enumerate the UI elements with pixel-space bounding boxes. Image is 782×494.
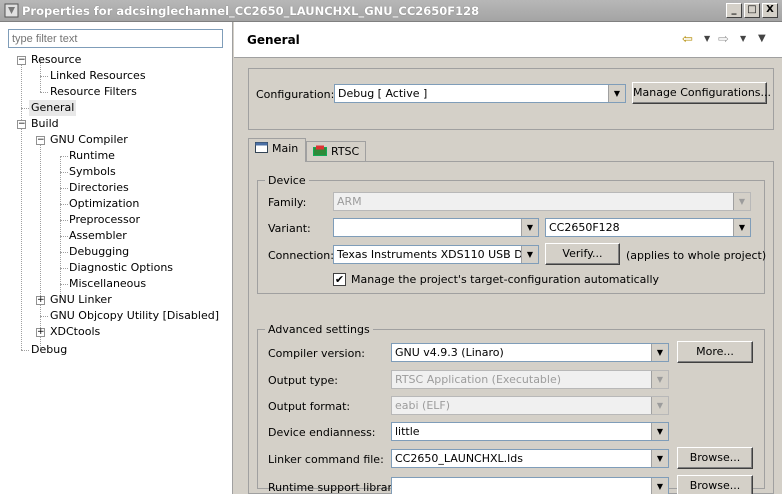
close-button[interactable]: X <box>762 3 778 18</box>
tab-rtsc[interactable]: RTSC <box>306 141 366 163</box>
connection-label: Connection: <box>268 249 334 262</box>
chevron-down-icon: ▼ <box>608 85 625 102</box>
manage-target-config-label: Manage the project's target-configuratio… <box>351 273 660 286</box>
output-format-select: eabi (ELF) ▼ <box>391 396 669 415</box>
compiler-version-label: Compiler version: <box>268 347 366 360</box>
tree-item-resource[interactable]: Resource <box>31 52 81 68</box>
tree-item-miscellaneous[interactable]: Miscellaneous <box>69 276 146 292</box>
output-type-label: Output type: <box>268 374 338 387</box>
configuration-select[interactable]: Debug [ Active ] ▼ <box>334 84 626 103</box>
tree-item-xdctools[interactable]: XDCtools <box>50 324 100 340</box>
browse-linker-button[interactable]: Browse... <box>677 447 753 469</box>
family-label: Family: <box>268 196 307 209</box>
properties-content-pane: General ⇦ ▼ ⇨ ▼ ▼ Configuration: Debug [… <box>234 22 782 494</box>
variant-select[interactable]: CC2650F128 ▼ <box>545 218 751 237</box>
expand-gnu-compiler-toggle[interactable]: − <box>36 136 45 145</box>
chevron-down-icon: ▼ <box>521 246 538 263</box>
chevron-down-icon: ▼ <box>733 219 750 236</box>
title-bar: Properties for adcsinglechannel_CC2650_L… <box>0 0 782 22</box>
minimize-button[interactable]: _ <box>726 3 742 18</box>
tree-item-symbols[interactable]: Symbols <box>69 164 116 180</box>
output-format-label: Output format: <box>268 400 351 413</box>
forward-dropdown-icon[interactable]: ▼ <box>740 34 746 43</box>
linker-command-file-select[interactable]: CC2650_LAUNCHXL.lds ▼ <box>391 449 669 468</box>
configuration-group: Configuration: Debug [ Active ] ▼ Manage… <box>248 68 774 130</box>
tree-item-preprocessor[interactable]: Preprocessor <box>69 212 140 228</box>
advanced-settings-label: Advanced settings <box>265 323 373 336</box>
chevron-down-icon: ▼ <box>733 193 750 210</box>
tab-main[interactable]: Main <box>248 138 306 162</box>
tree-item-gnu-compiler[interactable]: GNU Compiler <box>50 132 128 148</box>
variant-label: Variant: <box>268 222 311 235</box>
expand-resource-toggle[interactable]: − <box>17 56 26 65</box>
page-header: General ⇦ ▼ ⇨ ▼ ▼ <box>234 22 782 58</box>
main-tab-icon <box>255 142 268 153</box>
page-title: General <box>247 33 300 47</box>
main-tab-panel: Device Family: ARM ▼ Variant: ▼ CC2650F1… <box>248 161 774 494</box>
chevron-down-icon: ▼ <box>651 423 668 440</box>
tree-item-gnu-linker[interactable]: GNU Linker <box>50 292 112 308</box>
runtime-support-library-select[interactable]: ▼ <box>391 477 669 494</box>
tree-item-debug[interactable]: Debug <box>31 342 67 358</box>
tree-item-general[interactable]: General <box>29 100 77 116</box>
connection-select[interactable]: Texas Instruments XDS110 USB Debug Probe… <box>333 245 539 264</box>
verify-button[interactable]: Verify... <box>545 243 620 265</box>
family-select: ARM ▼ <box>333 192 751 211</box>
tree-item-diagnostic-options[interactable]: Diagnostic Options <box>69 260 173 276</box>
applies-note: (applies to whole project) <box>626 249 767 262</box>
tree-item-resource-filters[interactable]: Resource Filters <box>50 84 137 100</box>
variant-filter-select[interactable]: ▼ <box>333 218 539 237</box>
expand-xdctools-toggle[interactable]: + <box>36 328 45 337</box>
maximize-button[interactable]: □ <box>744 3 760 18</box>
tree-item-debugging[interactable]: Debugging <box>69 244 129 260</box>
back-icon[interactable]: ⇦ <box>682 32 693 47</box>
properties-tree-pane: − Resource Linked Resources Resource Fil… <box>0 22 233 494</box>
chevron-down-icon: ▼ <box>651 344 668 361</box>
rtsc-tab-icon <box>313 145 327 156</box>
endianness-label: Device endianness: <box>268 426 376 439</box>
tree-item-runtime[interactable]: Runtime <box>69 148 115 164</box>
forward-icon[interactable]: ⇨ <box>718 32 729 47</box>
chevron-down-icon: ▼ <box>651 450 668 467</box>
linker-command-file-label: Linker command file: <box>268 453 384 466</box>
chevron-down-icon: ▼ <box>651 478 668 494</box>
expand-build-toggle[interactable]: − <box>17 120 26 129</box>
app-icon <box>4 3 19 18</box>
filter-input[interactable] <box>8 29 223 48</box>
chevron-down-icon: ▼ <box>651 397 668 414</box>
chevron-down-icon: ▼ <box>521 219 538 236</box>
runtime-support-library-label: Runtime support library: <box>268 481 402 494</box>
back-dropdown-icon[interactable]: ▼ <box>704 34 710 43</box>
compiler-version-select[interactable]: GNU v4.9.3 (Linaro) ▼ <box>391 343 669 362</box>
expand-gnu-linker-toggle[interactable]: + <box>36 296 45 305</box>
tree-item-directories[interactable]: Directories <box>69 180 129 196</box>
chevron-down-icon: ▼ <box>651 371 668 388</box>
tree-item-gnu-objcopy[interactable]: GNU Objcopy Utility [Disabled] <box>50 308 219 324</box>
tree-item-assembler[interactable]: Assembler <box>69 228 127 244</box>
tree-item-linked-resources[interactable]: Linked Resources <box>50 68 146 84</box>
manage-configurations-button[interactable]: Manage Configurations... <box>632 82 771 104</box>
browse-runtime-button[interactable]: Browse... <box>677 475 753 494</box>
endianness-select[interactable]: little ▼ <box>391 422 669 441</box>
tree-item-build[interactable]: Build <box>31 116 59 132</box>
window-title: Properties for adcsinglechannel_CC2650_L… <box>22 4 480 18</box>
manage-target-config-checkbox[interactable]: ✔ <box>333 273 346 286</box>
view-menu-icon[interactable]: ▼ <box>758 33 766 44</box>
configuration-label: Configuration: <box>256 88 335 101</box>
tree-item-optimization[interactable]: Optimization <box>69 196 139 212</box>
device-group-label: Device <box>265 174 309 187</box>
more-button[interactable]: More... <box>677 341 753 363</box>
output-type-select: RTSC Application (Executable) ▼ <box>391 370 669 389</box>
